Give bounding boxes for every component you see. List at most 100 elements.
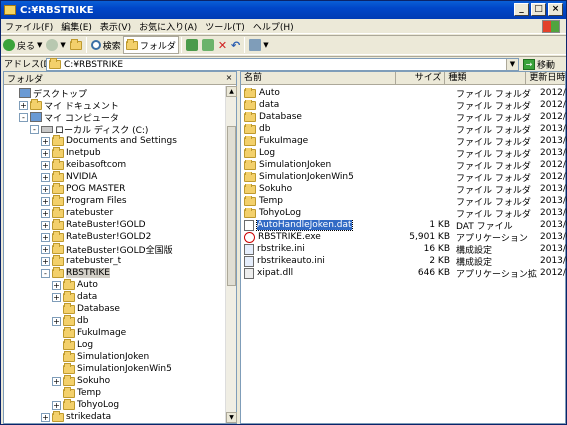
expand-icon[interactable]: +	[41, 244, 50, 254]
tree-item[interactable]: + NVIDIA	[41, 170, 97, 183]
title-bar[interactable]: C:¥RBSTRIKE _ □ ×	[1, 1, 566, 19]
tree-item[interactable]: - マイ コンピュータ	[19, 111, 119, 124]
tree-item[interactable]: SimulationJoken	[52, 350, 149, 363]
tree-item-label: db	[77, 316, 89, 326]
column-size[interactable]: サイズ	[396, 72, 446, 85]
tree-item[interactable]: + RateBuster!GOLD	[41, 218, 146, 231]
search-button[interactable]: 検索	[89, 36, 123, 54]
file-row[interactable]: FukuImageファイル フォルダ2013/01/1	[241, 135, 567, 148]
tree-item[interactable]: + TohyoLog	[52, 398, 119, 411]
collapse-icon[interactable]: -	[41, 268, 50, 278]
tree-item[interactable]: + db	[52, 314, 89, 327]
file-row[interactable]: Logファイル フォルダ2013/01/2	[241, 147, 567, 160]
tree-item[interactable]: Temp	[52, 386, 101, 399]
tree-item[interactable]: SimulationJokenWin5	[52, 362, 172, 375]
folders-button[interactable]: フォルダ	[122, 36, 179, 54]
tree-item[interactable]: FukuImage	[52, 326, 126, 339]
menu-tools[interactable]: ツール(T)	[201, 20, 249, 33]
copy-to-button[interactable]	[200, 36, 216, 54]
close-button[interactable]: ×	[548, 3, 563, 16]
tree-item[interactable]: + Auto	[52, 278, 98, 291]
column-name[interactable]: 名前	[241, 72, 397, 85]
expand-icon[interactable]: +	[41, 208, 50, 218]
tree-item[interactable]: Database	[52, 302, 120, 315]
tree-item[interactable]: + Documents and Settings	[41, 134, 177, 147]
delete-button[interactable]: ✕	[216, 36, 229, 54]
scroll-up-icon[interactable]: ▲	[226, 86, 237, 97]
menu-favorites[interactable]: お気に入り(A)	[135, 20, 201, 33]
expand-icon[interactable]: +	[41, 232, 50, 242]
tree-item[interactable]: + keibasoftcom	[41, 158, 126, 171]
file-row[interactable]: dataファイル フォルダ2012/12/1	[241, 99, 567, 112]
forward-button[interactable]: ▼	[44, 36, 67, 54]
tree-item[interactable]: - RBSTRIKE	[41, 266, 110, 279]
column-date[interactable]: 更新日時	[526, 72, 565, 85]
file-row[interactable]: SimulationJokenファイル フォルダ2012/12/1	[241, 159, 567, 172]
file-name-cell: AutoHandleJoken.dat	[241, 219, 402, 231]
expand-icon[interactable]: +	[41, 148, 50, 158]
tree-item[interactable]: + Inetpub	[41, 146, 101, 159]
address-dropdown-icon[interactable]: ▼	[506, 59, 518, 70]
tree-item[interactable]: + RateBuster!GOLD全国版	[41, 242, 173, 256]
expand-icon[interactable]: +	[41, 160, 50, 170]
tree-item[interactable]: + ratebuster	[41, 206, 113, 219]
menu-file[interactable]: ファイル(F)	[1, 20, 57, 33]
move-to-button[interactable]	[184, 36, 200, 54]
file-row[interactable]: Sokuhoファイル フォルダ2013/01/2	[241, 183, 567, 196]
expand-icon[interactable]: +	[52, 280, 61, 290]
file-row[interactable]: rbstrikeauto.ini2 KB構成設定2013/01/2	[241, 255, 567, 268]
tree-item[interactable]: - ローカル ディスク (C:)	[30, 123, 148, 136]
scroll-down-icon[interactable]: ▼	[226, 412, 237, 423]
close-pane-icon[interactable]: ×	[224, 73, 234, 83]
collapse-icon[interactable]: -	[30, 124, 39, 134]
menu-view[interactable]: 表示(V)	[96, 20, 135, 33]
expand-icon[interactable]: +	[52, 292, 61, 302]
expand-icon[interactable]: +	[41, 184, 50, 194]
file-row[interactable]: xipat.dll 646 KB アプリケーション拡張2012/11/2	[241, 267, 567, 280]
file-row[interactable]: Databaseファイル フォルダ2012/12/1	[241, 111, 567, 124]
expand-icon[interactable]: +	[41, 136, 50, 146]
file-row[interactable]: Tempファイル フォルダ2013/01/2	[241, 195, 567, 208]
file-row[interactable]: dbファイル フォルダ2013/01/3	[241, 123, 567, 136]
tree-item[interactable]: デスクトップ	[8, 87, 87, 100]
menu-edit[interactable]: 編集(E)	[57, 20, 96, 33]
tree-item[interactable]: + Program Files	[41, 194, 127, 207]
expand-icon[interactable]: +	[41, 220, 50, 230]
expand-icon[interactable]: +	[41, 172, 50, 182]
undo-button[interactable]: ↶	[229, 36, 242, 54]
tree-item[interactable]: + ratebuster_t	[41, 254, 121, 267]
file-row[interactable]: RBSTRIKE.exe5,901 KBアプリケーション2013/01/2	[241, 231, 567, 244]
expand-icon[interactable]: +	[52, 376, 61, 386]
tree-item[interactable]: + POG MASTER	[41, 182, 125, 195]
folder-icon	[244, 160, 256, 170]
collapse-icon[interactable]: -	[19, 112, 28, 122]
tree-item[interactable]: + マイ ドキュメント	[19, 98, 119, 112]
up-folder-button[interactable]	[68, 36, 84, 54]
file-row[interactable]: rbstrike.ini16 KB構成設定2013/01/2	[241, 243, 567, 256]
tree-item[interactable]: + Sokuho	[52, 374, 110, 387]
tree-item[interactable]: + data	[52, 290, 97, 303]
minimize-button[interactable]: _	[514, 3, 529, 16]
file-row[interactable]: TohyoLogファイル フォルダ2013/01/2	[241, 207, 567, 220]
scroll-thumb[interactable]	[227, 126, 236, 286]
column-type[interactable]: 種類	[445, 72, 527, 85]
expand-icon[interactable]: +	[41, 256, 50, 266]
views-button[interactable]: ▼	[247, 36, 270, 54]
expand-icon[interactable]: +	[52, 400, 61, 410]
file-row[interactable]: Autoファイル フォルダ2012/12/1	[241, 87, 567, 100]
expand-icon[interactable]: +	[41, 412, 50, 422]
maximize-button[interactable]: □	[531, 3, 546, 16]
expand-icon[interactable]: +	[41, 196, 50, 206]
expand-icon[interactable]: +	[19, 100, 28, 110]
expand-icon[interactable]: +	[52, 316, 61, 326]
tree-scrollbar[interactable]: ▲ ▼	[225, 86, 237, 423]
file-row[interactable]: SimulationJokenWin5ファイル フォルダ2012/12/1	[241, 171, 567, 184]
tree-item[interactable]: + strikedata	[41, 410, 111, 423]
menu-help[interactable]: ヘルプ(H)	[249, 20, 298, 33]
go-button[interactable]: → 移動	[523, 57, 555, 71]
address-input[interactable]: C:¥RBSTRIKE ▼	[46, 58, 519, 71]
tree-item[interactable]: Log	[52, 338, 93, 351]
file-row[interactable]: AutoHandleJoken.dat1 KBDAT ファイル2013/01/3	[241, 219, 567, 232]
back-button[interactable]: 戻る ▼	[1, 36, 44, 54]
tree-item[interactable]: + RateBuster!GOLD2	[41, 230, 151, 243]
